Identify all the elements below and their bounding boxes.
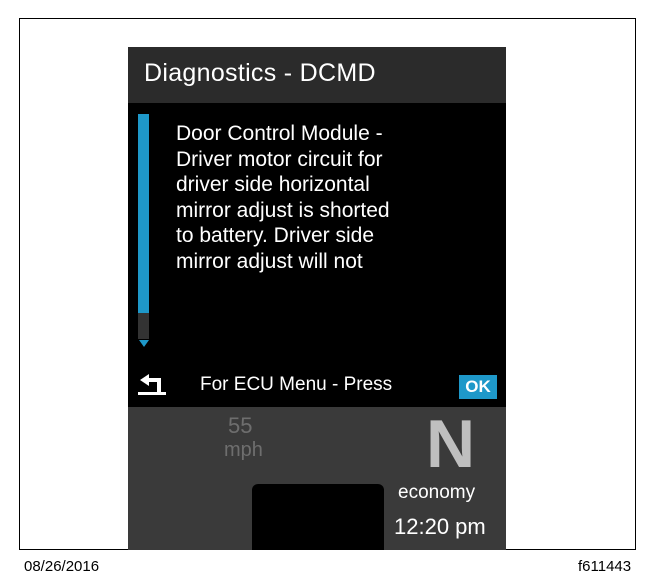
message-line: to battery. Driver side — [176, 224, 375, 247]
speed-unit: mph — [224, 439, 263, 461]
scroll-down-arrow-icon[interactable] — [139, 340, 149, 347]
center-display-panel — [252, 484, 384, 550]
gear-indicator: N — [426, 406, 476, 482]
clock-time: 12:20 pm — [394, 514, 486, 539]
ok-button[interactable]: OK — [459, 375, 497, 399]
scrollbar-thumb[interactable] — [138, 114, 149, 313]
message-line: Door Control Module - — [176, 122, 383, 145]
screen-footer: For ECU Menu - Press OK — [128, 365, 506, 405]
figure-id: f611443 — [578, 558, 632, 575]
diagnostic-message: Door Control Module - Driver motor circu… — [176, 121, 496, 274]
display-screen: Diagnostics - DCMD Door Control Module -… — [128, 47, 506, 550]
message-line: driver side horizontal — [176, 173, 370, 196]
speed-value: 55 — [228, 413, 253, 438]
message-line: mirror adjust will not — [176, 249, 363, 273]
scrollbar[interactable] — [138, 114, 149, 347]
drive-mode: economy — [398, 482, 476, 503]
ecu-menu-hint: For ECU Menu - Press — [200, 374, 393, 395]
figure-date: 08/26/2016 — [24, 558, 100, 575]
back-arrow-icon[interactable] — [136, 373, 168, 397]
message-line: mirror adjust is shorted — [176, 198, 390, 222]
instrument-cluster: 55 mph N economy 12:20 pm — [128, 406, 506, 550]
screen-title: Diagnostics - DCMD — [144, 59, 376, 87]
message-line: Driver motor circuit for — [176, 147, 383, 171]
title-bar: Diagnostics - DCMD — [128, 47, 506, 103]
